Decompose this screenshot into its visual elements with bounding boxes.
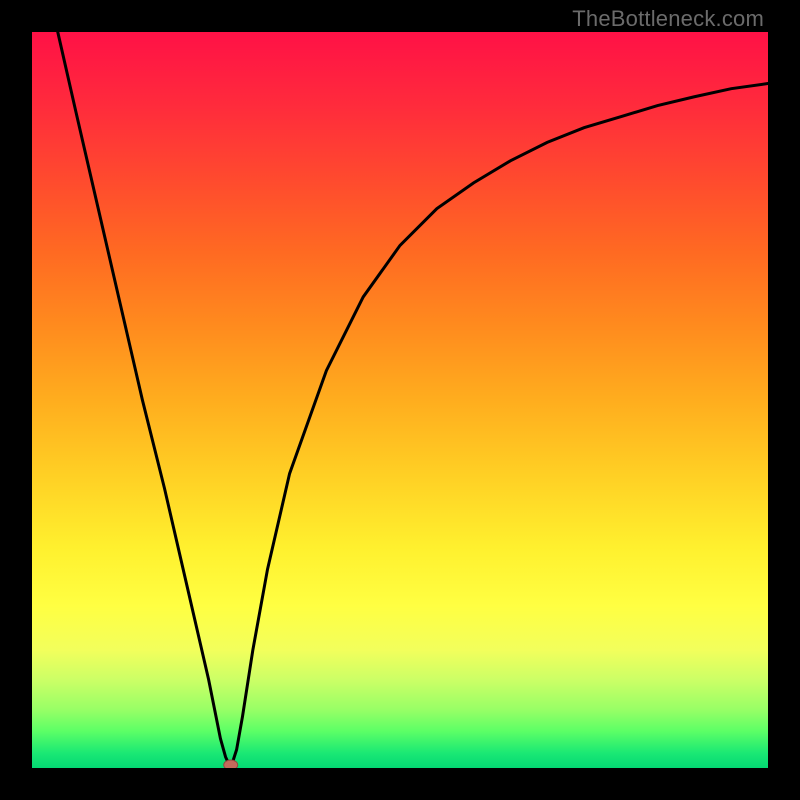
plot-area [32,32,768,768]
plot-svg [32,32,768,768]
watermark-text: TheBottleneck.com [572,6,764,32]
minimum-marker [224,760,238,768]
chart-frame: TheBottleneck.com [0,0,800,800]
